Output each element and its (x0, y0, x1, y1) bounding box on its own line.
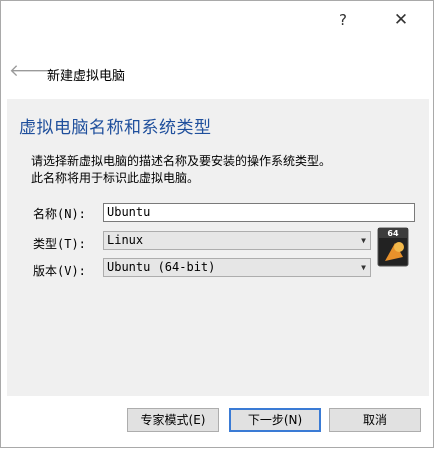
title-bar (1, 1, 433, 41)
ubuntu-os-icon: 64 (377, 227, 409, 267)
cancel-button[interactable]: 取消 (329, 408, 421, 432)
wizard-title: 新建虚拟电脑 (47, 69, 126, 84)
name-label: 名称(N): (33, 207, 86, 221)
type-select-value: Linux (107, 233, 144, 247)
version-select[interactable]: Ubuntu (64-bit) ▼ (103, 258, 371, 277)
close-button[interactable]: ✕ (386, 7, 416, 33)
description-line-1: 请选择新虚拟电脑的描述名称及要安装的操作系统类型。 (31, 154, 332, 168)
back-arrow-icon[interactable]: 🡐 (9, 61, 55, 81)
name-input[interactable]: Ubuntu (103, 203, 415, 222)
page-heading: 虚拟电脑名称和系统类型 (19, 118, 212, 138)
version-label: 版本(V): (33, 264, 86, 278)
new-vm-dialog: ? ✕ 🡐 新建虚拟电脑 虚拟电脑名称和系统类型 请选择新虚拟电脑的描述名称及要… (0, 0, 434, 448)
chevron-down-icon: ▼ (361, 236, 366, 245)
chevron-down-icon: ▼ (361, 263, 366, 272)
version-select-value: Ubuntu (64-bit) (107, 260, 216, 274)
type-label: 类型(T): (33, 237, 86, 251)
description-line-2: 此名称将用于标识此虚拟电脑。 (31, 171, 200, 185)
page-description: 请选择新虚拟电脑的描述名称及要安装的操作系统类型。 此名称将用于标识此虚拟电脑。 (31, 153, 411, 187)
help-button[interactable]: ? (331, 7, 355, 33)
next-button[interactable]: 下一步(N) (229, 408, 321, 432)
os-icon-badge: 64 (387, 229, 399, 238)
type-select[interactable]: Linux ▼ (103, 231, 371, 250)
expert-mode-button[interactable]: 专家模式(E) (127, 408, 219, 432)
